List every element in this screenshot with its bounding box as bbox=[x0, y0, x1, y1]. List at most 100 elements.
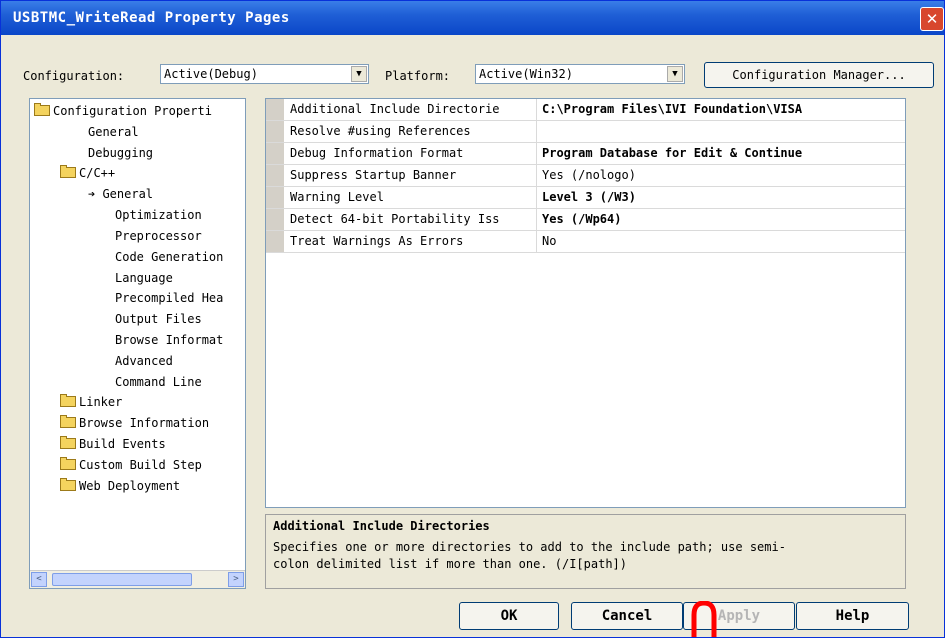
help-button[interactable]: Help bbox=[796, 602, 909, 630]
property-value[interactable]: Level 3 (/W3) bbox=[542, 187, 905, 208]
tree-item-label: Web Deployment bbox=[79, 479, 181, 493]
cancel-label: Cancel bbox=[601, 608, 653, 624]
chevron-down-icon[interactable]: ▼ bbox=[351, 66, 367, 82]
property-row[interactable]: Detect 64-bit Portability Iss Yes (/Wp64) bbox=[266, 209, 905, 231]
tree-item-browse-info-group[interactable]: Browse Information bbox=[60, 415, 210, 430]
tree-item-build-events[interactable]: Build Events bbox=[60, 436, 166, 451]
configuration-select[interactable]: Active(Debug) ▼ bbox=[160, 64, 369, 84]
property-row[interactable]: Treat Warnings As Errors No bbox=[266, 231, 905, 253]
tree-item-language[interactable]: Language bbox=[115, 271, 173, 285]
folder-icon bbox=[60, 415, 76, 428]
property-name: Suppress Startup Banner bbox=[284, 165, 537, 186]
tree-item-advanced[interactable]: Advanced bbox=[115, 354, 173, 368]
row-gutter bbox=[266, 143, 284, 164]
tree-item-label: Preprocessor bbox=[115, 229, 202, 243]
tree-item-label: Custom Build Step bbox=[79, 458, 202, 472]
property-value[interactable]: Program Database for Edit & Continue bbox=[542, 143, 905, 164]
property-value[interactable] bbox=[542, 121, 905, 142]
folder-icon bbox=[60, 436, 76, 449]
tree-item-cpp[interactable]: C/C++ bbox=[60, 165, 116, 180]
property-name: Detect 64-bit Portability Iss bbox=[284, 209, 537, 230]
tree-item-label: Output Files bbox=[115, 312, 202, 326]
ok-label: OK bbox=[500, 608, 518, 624]
ok-button[interactable]: OK bbox=[459, 602, 559, 630]
tree-item-label: Code Generation bbox=[115, 250, 224, 264]
tree-item-configuration-properties[interactable]: Configuration Properti bbox=[34, 103, 212, 118]
row-gutter bbox=[266, 209, 284, 230]
arrow-right-icon: ➔ bbox=[88, 187, 103, 201]
folder-open-icon bbox=[60, 165, 76, 178]
description-title: Additional Include Directories bbox=[273, 519, 490, 533]
tree-item-label: Precompiled Hea bbox=[115, 291, 224, 305]
tree-item-label: Advanced bbox=[115, 354, 173, 368]
tree-item-preprocessor[interactable]: Preprocessor bbox=[115, 229, 202, 243]
property-grid[interactable]: Additional Include Directorie C:\Program … bbox=[265, 98, 906, 508]
tree-item-output-files[interactable]: Output Files bbox=[115, 312, 202, 326]
tree-item-optimization[interactable]: Optimization bbox=[115, 208, 202, 222]
property-row[interactable]: Additional Include Directorie C:\Program … bbox=[266, 99, 905, 121]
configuration-label: Configuration: bbox=[23, 69, 125, 83]
tree-item-web-deployment[interactable]: Web Deployment bbox=[60, 478, 181, 493]
folder-icon bbox=[60, 457, 76, 470]
row-gutter bbox=[266, 231, 284, 252]
tree-item-label: Build Events bbox=[79, 437, 166, 451]
cancel-button[interactable]: Cancel bbox=[571, 602, 683, 630]
property-tree[interactable]: Configuration Properti General Debugging… bbox=[29, 98, 246, 589]
platform-label: Platform: bbox=[385, 69, 451, 83]
property-value[interactable]: Yes (/nologo) bbox=[542, 165, 905, 186]
close-button[interactable]: ✕ bbox=[920, 7, 944, 31]
configuration-value: Active(Debug) bbox=[164, 67, 258, 81]
tree-item-label: General bbox=[88, 125, 139, 139]
tree-item-browse-information[interactable]: Browse Informat bbox=[115, 333, 223, 347]
scroll-right-button[interactable]: > bbox=[228, 572, 244, 587]
property-name: Warning Level bbox=[284, 187, 537, 208]
scroll-left-button[interactable]: < bbox=[31, 572, 47, 587]
tree-item-label: General bbox=[102, 187, 154, 201]
chevron-right-icon: > bbox=[233, 574, 239, 584]
tree-item-label: Debugging bbox=[88, 146, 154, 160]
tree-item-custom-build-step[interactable]: Custom Build Step bbox=[60, 457, 202, 472]
tree-item-label: Browse Informat bbox=[115, 333, 224, 347]
configuration-manager-label: Configuration Manager... bbox=[732, 68, 906, 82]
property-row[interactable]: Debug Information Format Program Database… bbox=[266, 143, 905, 165]
property-value[interactable]: No bbox=[542, 231, 905, 252]
tree-item-label: Linker bbox=[79, 395, 123, 409]
tree-item-general[interactable]: General bbox=[88, 125, 139, 139]
platform-select[interactable]: Active(Win32) ▼ bbox=[475, 64, 685, 84]
property-row[interactable]: Resolve #using References bbox=[266, 121, 905, 143]
property-name: Resolve #using References bbox=[284, 121, 537, 142]
scrollbar-thumb[interactable] bbox=[52, 573, 192, 586]
tree-item-label: Configuration Properti bbox=[53, 104, 212, 118]
property-pages-dialog: USBTMC_WriteRead Property Pages ✕ Config… bbox=[0, 0, 945, 638]
close-icon: ✕ bbox=[925, 10, 939, 28]
configuration-manager-button[interactable]: Configuration Manager... bbox=[704, 62, 934, 88]
tree-item-linker[interactable]: Linker bbox=[60, 394, 123, 409]
apply-label: Apply bbox=[717, 608, 761, 624]
property-row[interactable]: Suppress Startup Banner Yes (/nologo) bbox=[266, 165, 905, 187]
folder-icon bbox=[60, 478, 76, 491]
row-gutter bbox=[266, 121, 284, 142]
folder-open-icon bbox=[34, 103, 50, 116]
tree-item-cpp-general[interactable]: ➔ General bbox=[88, 187, 153, 201]
row-gutter bbox=[266, 187, 284, 208]
property-row[interactable]: Warning Level Level 3 (/W3) bbox=[266, 187, 905, 209]
tree-item-label: Browse Information bbox=[79, 416, 210, 430]
tree-item-debugging[interactable]: Debugging bbox=[88, 146, 153, 160]
tree-item-precompiled-headers[interactable]: Precompiled Hea bbox=[115, 291, 223, 305]
property-name: Debug Information Format bbox=[284, 143, 537, 164]
tree-item-label: Command Line bbox=[115, 375, 202, 389]
property-value[interactable]: Yes (/Wp64) bbox=[542, 209, 905, 230]
tree-item-label: C/C++ bbox=[79, 166, 116, 180]
tree-item-label: Optimization bbox=[115, 208, 202, 222]
chevron-down-icon[interactable]: ▼ bbox=[667, 66, 683, 82]
title-bar[interactable]: USBTMC_WriteRead Property Pages ✕ bbox=[1, 1, 944, 35]
property-value[interactable]: C:\Program Files\IVI Foundation\VISA bbox=[542, 99, 905, 120]
row-gutter bbox=[266, 99, 284, 120]
tree-horizontal-scrollbar[interactable]: < > bbox=[30, 570, 245, 588]
row-gutter bbox=[266, 165, 284, 186]
platform-value: Active(Win32) bbox=[479, 67, 573, 81]
tree-item-code-generation[interactable]: Code Generation bbox=[115, 250, 223, 264]
tree-item-command-line[interactable]: Command Line bbox=[115, 375, 202, 389]
description-panel: Additional Include Directories Specifies… bbox=[265, 514, 906, 589]
property-name: Additional Include Directorie bbox=[284, 99, 537, 120]
